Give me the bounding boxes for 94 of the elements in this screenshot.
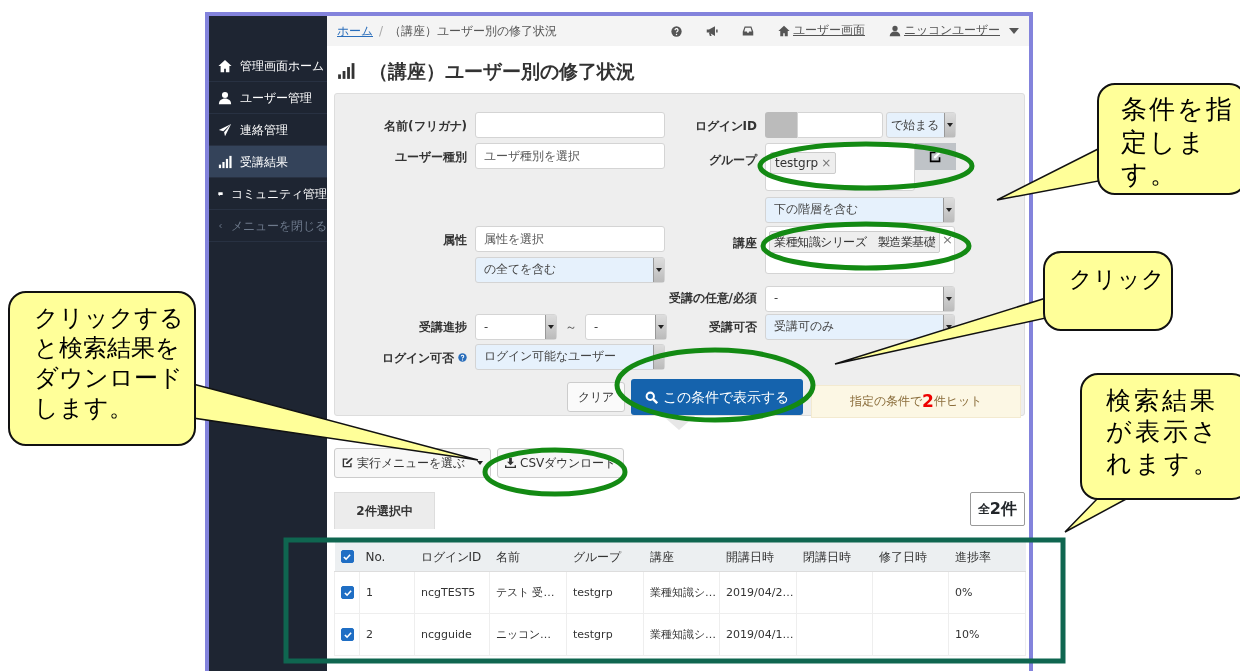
sidebar-item[interactable]: ユーザー管理 — [209, 82, 327, 114]
tag-label: 業種知識シリーズ 製造業基礎 — [774, 233, 935, 251]
field-label: 受講の任意/必須 — [668, 290, 758, 308]
column-header: 進捗率 — [948, 541, 1026, 572]
table-cell: 2019/04/2… — [719, 571, 797, 614]
sidebar-item[interactable]: 管理画面ホーム — [209, 50, 327, 82]
column-header: グループ — [566, 541, 644, 572]
checkbox[interactable] — [340, 550, 354, 564]
breadcrumb-current: （講座）ユーザー別の修了状況 — [389, 23, 558, 40]
page-title: （講座）ユーザー別の修了状況 — [369, 60, 635, 83]
column-header: ログインID — [414, 541, 490, 572]
edit-icon — [342, 457, 353, 469]
column-header: 名前 — [489, 541, 567, 572]
input-field[interactable]: 属性を選択 — [475, 225, 665, 252]
range-separator: ～ — [565, 319, 577, 337]
check-icon — [342, 551, 352, 562]
table-cell: テスト 受… — [489, 571, 567, 614]
input-field[interactable] — [797, 111, 883, 138]
field-label: ユーザー種別 — [395, 148, 468, 166]
dropdown[interactable]: - — [475, 314, 557, 341]
table-cell: 0% — [948, 571, 1026, 614]
tag-label: testgrp — [775, 154, 819, 172]
table-cell: 業種知識シ… — [643, 571, 720, 614]
table-cell: ncgguide — [414, 613, 490, 656]
callout: クリック — [1043, 251, 1173, 331]
table-cell: 業種知識シ… — [643, 613, 720, 656]
sidebar-item[interactable]: コミュニティ管理 — [209, 178, 327, 210]
inbox-icon[interactable] — [742, 25, 754, 37]
dropdown[interactable]: - — [765, 285, 955, 312]
column-header: 講座 — [643, 541, 720, 572]
callout: 条件を指定します。 — [1097, 83, 1240, 195]
field-label: グループ — [709, 151, 759, 169]
bar-chart-icon — [337, 62, 355, 81]
dropdown[interactable]: 受講可のみ — [765, 313, 955, 340]
sidebar-item[interactable]: 受講結果 — [209, 146, 327, 178]
paper-plane-icon — [218, 122, 232, 137]
user-menu[interactable]: ニッコンユーザー — [889, 22, 1019, 40]
clear-button[interactable]: クリア — [567, 382, 625, 413]
check-icon — [342, 629, 353, 640]
user-icon — [889, 25, 901, 37]
table-cell: 2 — [359, 613, 415, 656]
breadcrumb-separator: / — [379, 23, 384, 40]
caret-icon — [1009, 28, 1019, 34]
check-icon — [342, 587, 353, 598]
total-count: 全2件 — [969, 491, 1025, 526]
input-field[interactable] — [475, 111, 665, 138]
field-label: 名前(フリガナ) — [384, 117, 468, 135]
callout: 検索結果が表示されます。 — [1080, 373, 1240, 500]
help-icon[interactable] — [671, 25, 682, 37]
table-cell: ニッコン… — [489, 613, 567, 656]
remove-tag-button[interactable]: × — [821, 153, 832, 172]
edit-icon — [929, 149, 942, 163]
checkbox[interactable] — [341, 586, 354, 600]
user-icon — [218, 90, 232, 105]
field-label: 属性 — [443, 231, 468, 249]
clear-button[interactable]: × — [942, 230, 953, 249]
home-icon — [218, 58, 232, 73]
field-label: 受講進捗 — [419, 319, 468, 337]
search-button[interactable]: この条件で表示する — [631, 379, 803, 416]
table-cell: ncgTEST5 — [414, 571, 490, 614]
column-header: 修了日時 — [872, 541, 949, 572]
bar-chart-icon — [218, 154, 232, 169]
help-icon[interactable] — [458, 353, 467, 363]
megaphone-icon[interactable] — [706, 25, 718, 37]
column-header: 閉講日時 — [796, 541, 873, 572]
collapse-menu-button[interactable]: メニューを閉じる — [209, 210, 327, 242]
home-icon — [778, 25, 790, 37]
dropdown[interactable]: の全てを含む — [475, 256, 665, 283]
hit-count-notice: 指定の条件で2件ヒット — [811, 384, 1021, 418]
dropdown[interactable]: - — [585, 314, 667, 341]
field-label: 講座 — [733, 234, 758, 252]
callout: クリックすると検索結果をダウンロードします。 — [8, 291, 196, 446]
field-label: 受講可否 — [709, 319, 758, 337]
selection-tab[interactable]: 2件選択中 — [334, 491, 435, 529]
field-label: ログインID — [694, 117, 758, 135]
search-icon — [645, 390, 658, 404]
column-header: No. — [359, 541, 415, 572]
dropdown[interactable]: で始まる — [886, 111, 956, 138]
table-cell: 10% — [948, 613, 1026, 656]
table-cell: 1 — [359, 571, 415, 614]
column-header: 開講日時 — [719, 541, 797, 572]
breadcrumb-link[interactable]: ホーム — [337, 22, 373, 40]
dropdown[interactable]: 下の階層を含む — [765, 196, 955, 223]
input-addon — [765, 111, 797, 138]
checkbox[interactable] — [341, 628, 354, 642]
table-cell: 2019/04/1… — [719, 613, 797, 656]
table-cell: testgrp — [566, 613, 644, 656]
field-label: ログイン可否 — [382, 349, 454, 367]
input-field[interactable]: ユーザ種別を選択 — [475, 142, 665, 169]
download-icon — [505, 457, 516, 469]
table-cell: testgrp — [566, 571, 644, 614]
action-menu-button[interactable]: 実行メニューを選ぶ — [334, 447, 491, 478]
dropdown[interactable]: ログイン可能なユーザー — [475, 343, 665, 370]
user-screen-link[interactable]: ユーザー画面 — [778, 22, 865, 40]
